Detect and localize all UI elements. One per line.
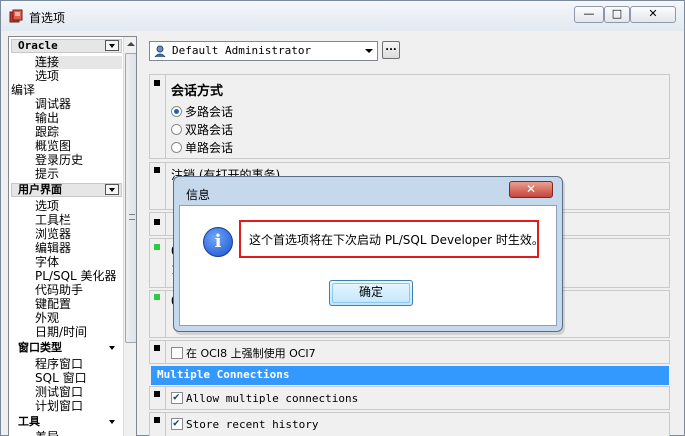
checkbox-icon[interactable] (171, 347, 183, 359)
bullet-icon (154, 219, 160, 225)
tree-item-program-window[interactable]: 程序窗口 (35, 358, 83, 371)
checkbox-label: Allow multiple connections (186, 392, 359, 405)
section-divider (165, 162, 166, 210)
radio-label: 双路会话 (185, 123, 234, 137)
multiple-connections-header: Multiple Connections (151, 366, 669, 385)
tree-item-plan-window[interactable]: 计划窗口 (35, 400, 83, 413)
chevron-down-icon[interactable] (109, 420, 115, 424)
dialog-title: 信息 (186, 188, 211, 202)
bullet-icon (154, 80, 160, 86)
tree-item-ui-options[interactable]: 选项 (35, 200, 59, 213)
tree-item-toolbar[interactable]: 工具栏 (35, 214, 71, 227)
radio-icon[interactable] (171, 142, 182, 153)
chevron-down-icon[interactable] (365, 49, 373, 53)
info-icon: i (203, 227, 233, 257)
window-title: 首选项 (29, 11, 66, 25)
bullet-icon (154, 345, 160, 351)
dialog-body: i 这个首选项将在下次启动 PL/SQL Developer 时生效。 确定 (179, 205, 557, 326)
tree-item-appearance[interactable]: 外观 (35, 312, 59, 325)
bullet-green-icon (154, 294, 160, 300)
category-label: 工具 (18, 415, 40, 428)
tree-item-font[interactable]: 字体 (35, 256, 59, 269)
tree-item-compile[interactable]: 编译 (11, 84, 35, 97)
section-divider (165, 386, 166, 410)
title-bar: 首选项 — □ ✕ (1, 1, 684, 31)
tree-item-options[interactable]: 选项 (35, 70, 59, 83)
maximize-button[interactable]: □ (604, 6, 630, 23)
tree-item-connection[interactable]: 连接 (35, 56, 122, 69)
manage-users-button[interactable]: ... (382, 41, 400, 59)
checkbox-label: 在 OCI8 上强制使用 OCI7 (186, 347, 316, 360)
tree-item-editor[interactable]: 编辑器 (35, 242, 71, 255)
checkbox-checked-icon[interactable] (171, 416, 183, 430)
tree-item-output[interactable]: 输出 (35, 112, 59, 125)
section-divider (165, 238, 166, 288)
section-divider (165, 412, 166, 436)
preferences-tree: Oracle 连接 选项 编译 调试器 输出 跟踪 概览图 登录历史 提示 用户… (8, 36, 137, 436)
tree-item-key-config[interactable]: 键配置 (35, 298, 71, 311)
category-label: 窗口类型 (18, 341, 62, 354)
tree-item-date-time[interactable]: 日期/时间 (35, 326, 87, 339)
message-highlight: 这个首选项将在下次启动 PL/SQL Developer 时生效。 (239, 220, 544, 258)
category-tools[interactable]: 工具 (11, 415, 122, 429)
checkbox-checked-icon[interactable] (171, 390, 183, 404)
radio-label: 单路会话 (185, 141, 234, 155)
info-dialog: 信息 ✕ i 这个首选项将在下次启动 PL/SQL Developer 时生效。… (173, 176, 563, 332)
radio-single-session[interactable]: 单路会话 (171, 139, 233, 156)
user-select[interactable]: Default Administrator (149, 41, 378, 61)
checkbox-label: Store recent history (186, 418, 319, 431)
tree-item-debugger[interactable]: 调试器 (35, 98, 71, 111)
tree-item-overview[interactable]: 概览图 (35, 140, 71, 153)
bullet-green-icon (154, 244, 160, 250)
section-divider (165, 74, 166, 159)
category-window-types[interactable]: 窗口类型 (11, 341, 122, 355)
tree-item-browser[interactable]: 浏览器 (35, 228, 71, 241)
app-icon (9, 9, 23, 23)
store-history-checkbox[interactable]: Store recent history (171, 416, 319, 431)
section-divider (165, 340, 166, 364)
category-user-interface[interactable]: 用户界面 (11, 183, 122, 197)
collapse-dropdown-icon[interactable] (105, 40, 119, 51)
bullet-icon (154, 391, 160, 397)
allow-multiple-checkbox[interactable]: Allow multiple connections (171, 390, 359, 405)
scroll-up-icon[interactable] (127, 42, 135, 46)
tree-item-trace[interactable]: 跟踪 (35, 126, 59, 139)
tree-item-hints[interactable]: 提示 (35, 168, 59, 181)
minimize-button[interactable]: — (574, 6, 604, 23)
tree-item-login-history[interactable]: 登录历史 (35, 154, 83, 167)
tree-scrollbar[interactable] (123, 37, 136, 436)
tree-item-test-window[interactable]: 测试窗口 (35, 386, 83, 399)
chevron-down-icon[interactable] (109, 346, 115, 350)
ok-button[interactable]: 确定 (329, 280, 413, 306)
radio-multi-session[interactable]: 多路会话 (171, 103, 233, 120)
tree-item-code-assistant[interactable]: 代码助手 (35, 284, 83, 297)
section-divider (165, 212, 166, 236)
radio-icon[interactable] (171, 124, 182, 135)
tree-item-sql-window[interactable]: SQL 窗口 (35, 372, 87, 385)
radio-checked-icon[interactable] (171, 106, 182, 117)
ok-button-label: 确定 (358, 285, 383, 299)
dialog-message: 这个首选项将在下次启动 PL/SQL Developer 时生效。 (249, 233, 544, 247)
tree-item-diff[interactable]: 差异 (35, 431, 59, 436)
user-settings-icon (154, 45, 166, 57)
category-oracle[interactable]: Oracle (11, 39, 122, 53)
section-divider (165, 290, 166, 338)
category-label: 用户界面 (18, 183, 62, 196)
radio-dual-session[interactable]: 双路会话 (171, 121, 233, 138)
user-select-value: Default Administrator (172, 44, 312, 57)
scroll-thumb[interactable] (125, 53, 136, 343)
close-button[interactable]: ✕ (630, 6, 676, 23)
grip-icon (129, 214, 135, 220)
bullet-icon (154, 417, 160, 423)
tree-item-beautifier[interactable]: PL/SQL 美化器 (35, 270, 117, 283)
collapse-dropdown-icon[interactable] (105, 184, 119, 195)
bullet-icon (154, 167, 160, 173)
category-label: Oracle (18, 39, 58, 52)
radio-label: 多路会话 (185, 105, 234, 119)
preferences-window: 首选项 — □ ✕ Oracle 连接 选项 编译 调试器 输出 跟踪 概览图 … (0, 0, 685, 436)
oci8-checkbox[interactable]: 在 OCI8 上强制使用 OCI7 (171, 345, 316, 361)
session-mode-title: 会话方式 (171, 84, 224, 99)
dialog-close-button[interactable]: ✕ (509, 181, 553, 198)
